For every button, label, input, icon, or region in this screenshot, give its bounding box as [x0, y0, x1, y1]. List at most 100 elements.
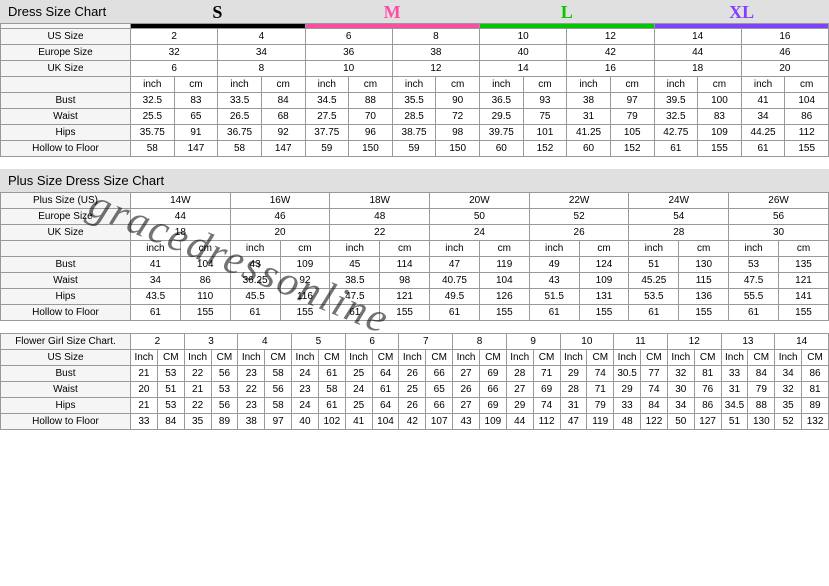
fg-title: Flower Girl Size Chart. [1, 334, 131, 350]
table-cell: 58 [265, 366, 292, 382]
us-row: US Size246810121416 [1, 29, 829, 45]
table-cell: 43 [453, 414, 480, 430]
fg-us-label: US Size [1, 350, 131, 366]
table-cell: 34.5 [721, 398, 748, 414]
table-cell: 21 [131, 366, 158, 382]
table-cell: 28 [506, 366, 533, 382]
table-cell: 89 [211, 414, 238, 430]
table-cell: 33 [131, 414, 158, 430]
uk2-label: UK Size [1, 225, 131, 241]
table-cell: 130 [748, 414, 775, 430]
waist-row: Waist25.56526.56827.57028.57229.57531793… [1, 109, 829, 125]
table-cell: 51 [721, 414, 748, 430]
table-cell: 66 [426, 366, 453, 382]
uk-row: UK Size68101214161820 [1, 61, 829, 77]
plus-table: Plus Size (US)14W16W18W20W22W24W26W Euro… [0, 192, 829, 321]
table-cell: 69 [533, 382, 560, 398]
bust2-row: Bust41104431094511447119491245113053135 [1, 257, 829, 273]
table-cell: 21 [131, 398, 158, 414]
eu2-row: Europe Size44464850525456 [1, 209, 829, 225]
table-cell: 31 [721, 382, 748, 398]
table-cell: 88 [748, 398, 775, 414]
table-cell: 26 [399, 398, 426, 414]
table-cell: 42 [399, 414, 426, 430]
table-cell: 81 [802, 382, 829, 398]
table-cell: 33 [721, 366, 748, 382]
table-cell: 50 [667, 414, 694, 430]
table-cell: 89 [802, 398, 829, 414]
table-cell: 66 [479, 382, 506, 398]
fg-unit-row: US SizeInchCMInchCMInchCMInchCMInchCMInc… [1, 350, 829, 366]
table-cell: 23 [238, 398, 265, 414]
table-cell: 21 [184, 382, 211, 398]
table-cell: 35 [775, 398, 802, 414]
dress-title: Dress Size Chart [0, 0, 829, 23]
table-cell: 97 [265, 414, 292, 430]
table-cell: 86 [802, 366, 829, 382]
table-cell: 53 [211, 382, 238, 398]
table-cell: 69 [479, 366, 506, 382]
bust-label: Bust [1, 93, 131, 109]
table-cell: 53 [157, 366, 184, 382]
table-cell: 31 [560, 398, 587, 414]
fg-hips-label: Hips [1, 398, 131, 414]
table-cell: 32 [775, 382, 802, 398]
table-cell: 58 [318, 382, 345, 398]
table-cell: 22 [184, 366, 211, 382]
table-cell: 84 [157, 414, 184, 430]
table-cell: 29 [506, 398, 533, 414]
waist2-row: Waist348636.259238.59840.751044310945.25… [1, 273, 829, 289]
table-cell: 102 [318, 414, 345, 430]
table-cell: 30 [667, 382, 694, 398]
fg-bust-label: Bust [1, 366, 131, 382]
table-cell: 24 [345, 382, 372, 398]
table-cell: 56 [211, 398, 238, 414]
bust2-label: Bust [1, 257, 131, 273]
table-cell: 81 [694, 366, 721, 382]
table-cell: 107 [426, 414, 453, 430]
table-cell: 38 [238, 414, 265, 430]
table-cell: 34 [775, 366, 802, 382]
table-cell: 56 [211, 366, 238, 382]
table-cell: 29 [560, 366, 587, 382]
htf-row: Hollow to Floor5814758147591505915060152… [1, 141, 829, 157]
table-cell: 27 [453, 398, 480, 414]
fg-bust-row: Bust215322562358246125642666276928712974… [1, 366, 829, 382]
hips2-label: Hips [1, 289, 131, 305]
table-cell: 84 [641, 398, 668, 414]
table-cell: 69 [479, 398, 506, 414]
eu-row: Europe Size3234363840424446 [1, 45, 829, 61]
uk-label: UK Size [1, 61, 131, 77]
table-cell: 51 [157, 382, 184, 398]
plus-label: Plus Size (US) [1, 193, 131, 209]
table-cell: 61 [318, 366, 345, 382]
htf-label: Hollow to Floor [1, 141, 131, 157]
table-cell: 20 [131, 382, 158, 398]
table-cell: 30.5 [614, 366, 641, 382]
table-cell: 25 [345, 398, 372, 414]
table-cell: 61 [318, 398, 345, 414]
table-cell: 61 [372, 382, 399, 398]
unit-row: inchcminchcminchcminchcminchcminchcminch… [1, 77, 829, 93]
table-cell: 127 [694, 414, 721, 430]
htf2-row: Hollow to Floor6115561155611556115561155… [1, 305, 829, 321]
table-cell: 48 [614, 414, 641, 430]
table-cell: 56 [265, 382, 292, 398]
table-cell: 32 [667, 366, 694, 382]
table-cell: 74 [533, 398, 560, 414]
table-cell: 44 [506, 414, 533, 430]
table-cell: 24 [292, 366, 319, 382]
hips-label: Hips [1, 125, 131, 141]
flower-girl-chart: Flower Girl Size Chart.23456789101112131… [0, 333, 829, 430]
table-cell: 74 [641, 382, 668, 398]
table-cell: 71 [533, 366, 560, 382]
waist-label: Waist [1, 109, 131, 125]
fg-table: Flower Girl Size Chart.23456789101112131… [0, 333, 829, 430]
htf2-label: Hollow to Floor [1, 305, 131, 321]
table-cell: 27 [506, 382, 533, 398]
table-cell: 26 [453, 382, 480, 398]
table-cell: 64 [372, 398, 399, 414]
unit2-row: inchcminchcminchcminchcminchcminchcminch… [1, 241, 829, 257]
table-cell: 33 [614, 398, 641, 414]
table-cell: 104 [372, 414, 399, 430]
